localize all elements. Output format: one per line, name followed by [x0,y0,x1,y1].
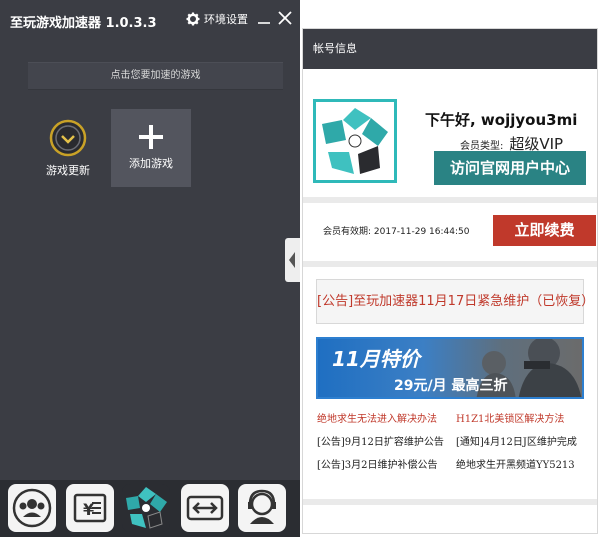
support-button[interactable] [238,484,286,532]
visit-user-center-button[interactable]: 访问官网用户中心 [434,151,586,185]
support-icon [248,489,276,524]
expand-icon [186,495,224,521]
notice-link[interactable]: H1Z1北美锁区解决方法 [456,410,564,425]
collapse-panel-button[interactable] [285,238,300,282]
notice-link[interactable]: 绝地求生无法进入解决办法 [317,410,437,425]
banner-title: 11月特价 [332,347,420,371]
divider [303,499,597,505]
banner-subtitle: 29元/月 最高三折 [394,378,508,394]
select-game-hint: 点击您要加速的游戏 [28,62,283,90]
add-game-tile[interactable]: 添加游戏 [111,109,191,187]
notice-link[interactable]: 绝地求生开黑频道YY5213 [456,456,575,471]
settings-button[interactable]: 环境设置 [186,11,248,27]
expand-button[interactable] [181,484,229,532]
game-update-label: 游戏更新 [46,164,90,177]
promo-banner[interactable]: 11月特价 29元/月 最高三折 [316,337,584,399]
divider [303,197,597,203]
app-title: 至玩游戏加速器 1.0.3.3 [10,16,157,31]
users-button[interactable] [8,484,56,532]
brand-logo [313,99,397,183]
notice-link[interactable]: [公告]3月2日维护补偿公告 [317,456,438,471]
close-icon[interactable] [277,10,293,26]
featured-notice[interactable]: [公告]至玩加速器11月17日紧急维护（已恢复） [316,279,594,324]
chevron-left-icon [289,252,295,268]
renew-button[interactable]: 立即续费 [493,215,596,246]
users-icon [12,488,52,528]
plus-icon [139,125,163,149]
minimize-icon[interactable] [256,10,272,26]
brand-logo-icon [322,108,388,174]
notice-link[interactable]: [公告]9月12日扩容维护公告 [317,433,444,448]
bottom-toolbar: ¥ [0,480,300,537]
main-panel: 至玩游戏加速器 1.0.3.3 环境设置 点击您要加速的游戏 游戏更新 添加游戏… [0,0,300,537]
update-icon [49,119,87,157]
account-panel: 帐号信息 下午好, wojjyou3mi 会员类型: 超级VIP 访问官网用户中心… [302,28,598,534]
greeting-text: 下午好, wojjyou3mi [425,111,578,129]
gear-icon [186,12,200,26]
brand-logo-icon [126,487,167,529]
recharge-button[interactable]: ¥ [66,484,114,532]
notice-link[interactable]: [通知]4月12日J区维护完成 [456,433,577,448]
title-bar: 至玩游戏加速器 1.0.3.3 环境设置 [0,0,300,40]
recharge-icon: ¥ [73,493,107,523]
brand-logo-button[interactable] [122,484,170,532]
settings-label: 环境设置 [204,13,248,26]
divider [303,261,597,267]
account-panel-header: 帐号信息 [303,29,597,69]
add-game-label: 添加游戏 [129,157,173,170]
membership-expiry: 会员有效期: 2017-11-29 16:44:50 [323,227,470,237]
game-update-tile[interactable]: 游戏更新 [40,118,96,182]
